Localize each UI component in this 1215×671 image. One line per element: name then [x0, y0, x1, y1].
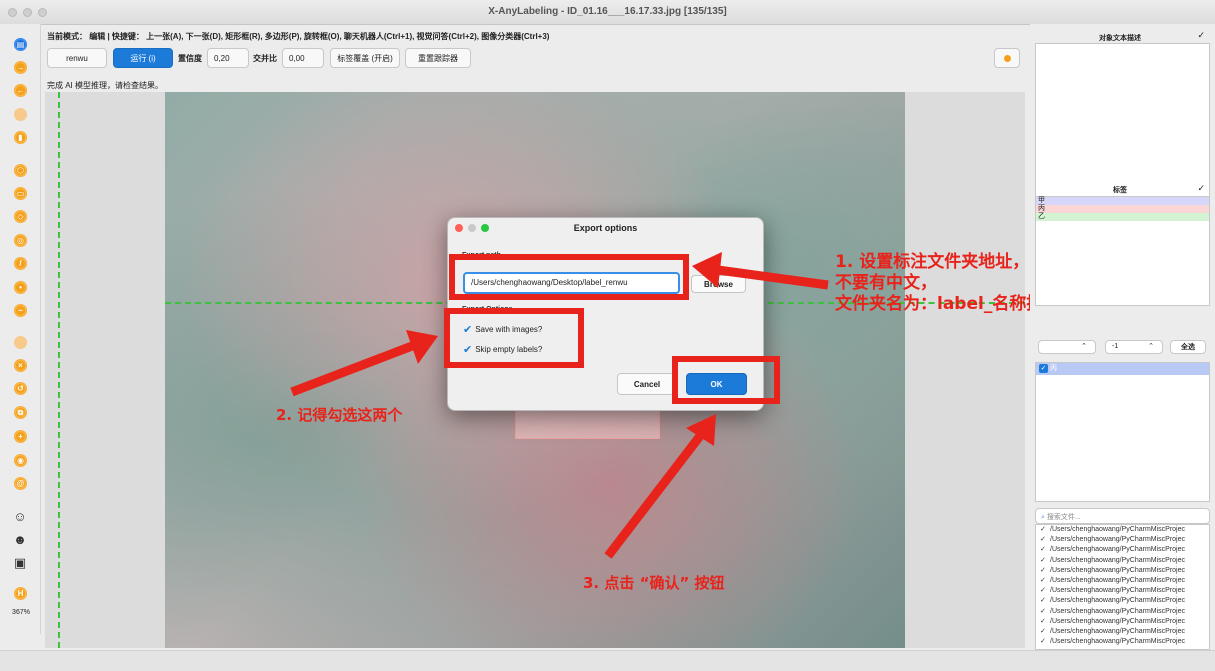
file-path: /Users/chenghaowang/PyCharmMiscProjec [1050, 556, 1185, 564]
arrow-1-shaft [717, 265, 829, 290]
file-search-input[interactable]: ⌕ 搜索文件... [1035, 508, 1210, 524]
file-list-item[interactable]: ✓/Users/chenghaowang/PyCharmMiscProjec [1036, 566, 1209, 576]
file-list-item[interactable]: ✓/Users/chenghaowang/PyCharmMiscProjec [1036, 607, 1209, 617]
file-path: /Users/chenghaowang/PyCharmMiscProjec [1050, 607, 1185, 615]
checkbox-icon[interactable]: ✓ [1039, 363, 1048, 373]
file-path: /Users/chenghaowang/PyCharmMiscProjec [1050, 597, 1185, 605]
file-list-item[interactable]: ✓/Users/chenghaowang/PyCharmMiscProjec [1036, 637, 1209, 647]
file-path: /Users/chenghaowang/PyCharmMiscProjec [1050, 526, 1185, 533]
description-textbox[interactable] [1035, 43, 1210, 203]
annotation-note-1: 1. 设置标注文件夹地址， 不要有中文， 文件夹名为：label_名称拼音 [835, 252, 1060, 315]
file-path: /Users/chenghaowang/PyCharmMiscProjec [1050, 536, 1185, 544]
file-list-item[interactable]: ✓/Users/chenghaowang/PyCharmMiscProjec [1036, 627, 1209, 637]
file-list-item[interactable]: ✓/Users/chenghaowang/PyCharmMiscProjec [1036, 586, 1209, 596]
search-icon: ⌕ [1041, 514, 1045, 521]
file-path: /Users/chenghaowang/PyCharmMiscProjec [1050, 566, 1185, 574]
file-path: /Users/chenghaowang/PyCharmMiscProjec [1050, 638, 1185, 646]
description-panel-title: 对象文本描述 [1099, 35, 1141, 42]
file-list-item[interactable]: ✓/Users/chenghaowang/PyCharmMiscProjec [1036, 525, 1209, 535]
note1-line2: 不要有中文， [835, 273, 937, 293]
label-filter-select[interactable]: ⌃ [1038, 340, 1096, 354]
check-icon[interactable]: ✓ [1197, 183, 1205, 194]
file-list[interactable]: ✓/Users/chenghaowang/PyCharmMiscProjec ✓… [1035, 524, 1210, 650]
status-bar [0, 650, 1215, 671]
file-list-item[interactable]: ✓/Users/chenghaowang/PyCharmMiscProjec [1036, 596, 1209, 606]
label-item[interactable]: 丙 [1036, 205, 1209, 213]
arrow-3-shaft [604, 433, 704, 559]
annotation-note-3: 3. 点击 “确认” 按钮 [583, 574, 725, 592]
file-path: /Users/chenghaowang/PyCharmMiscProjec [1050, 546, 1185, 554]
arrow-1-head [692, 252, 722, 288]
label-item[interactable]: 乙 [1036, 213, 1209, 221]
file-list-item[interactable]: ✓/Users/chenghaowang/PyCharmMiscProjec [1036, 556, 1209, 566]
annotation-note-2: 2. 记得勾选这两个 [276, 406, 403, 424]
file-list-item[interactable]: ✓/Users/chenghaowang/PyCharmMiscProjec [1036, 617, 1209, 627]
select-all-button[interactable]: 全选 [1170, 340, 1206, 354]
arrow-2-shaft [290, 341, 414, 397]
file-path: /Users/chenghaowang/PyCharmMiscProjec [1050, 617, 1185, 625]
label-item[interactable]: 甲 [1036, 197, 1209, 205]
chevron-updown-icon: ⌃ [1081, 343, 1087, 350]
note1-line1: 1. 设置标注文件夹地址， [835, 252, 1030, 272]
labels-panel-title: 标签 [1113, 187, 1127, 194]
search-placeholder: 搜索文件... [1046, 514, 1081, 521]
group-id-value: -1 [1112, 343, 1119, 350]
shape-list[interactable]: ✓ 丙 [1035, 362, 1210, 502]
file-path: /Users/chenghaowang/PyCharmMiscProjec [1050, 576, 1185, 584]
group-id-spinbox[interactable]: -1 ⌃ [1105, 340, 1163, 354]
file-list-item[interactable]: ✓/Users/chenghaowang/PyCharmMiscProjec [1036, 535, 1209, 545]
file-list-item[interactable]: ✓/Users/chenghaowang/PyCharmMiscProjec [1036, 545, 1209, 555]
shape-item-label: 丙 [1049, 365, 1057, 372]
file-list-item[interactable]: ✓/Users/chenghaowang/PyCharmMiscProjec [1036, 576, 1209, 586]
file-path: /Users/chenghaowang/PyCharmMiscProjec [1050, 627, 1185, 635]
note1-line3: 文件夹名为：label_名称拼音 [835, 294, 1061, 314]
label-list[interactable]: 甲 丙 乙 [1035, 196, 1210, 306]
check-icon[interactable]: ✓ [1197, 30, 1205, 41]
right-panel: 对象文本描述 ✓ 标签 ✓ 甲 丙 乙 ⌃ -1 ⌃ 全选 ✓ 丙 ⌕ 搜索文件… [1030, 24, 1215, 650]
file-path: /Users/chenghaowang/PyCharmMiscProjec [1050, 587, 1185, 595]
chevron-updown-icon: ⌃ [1148, 343, 1154, 350]
shape-list-item[interactable]: ✓ 丙 [1036, 363, 1209, 375]
